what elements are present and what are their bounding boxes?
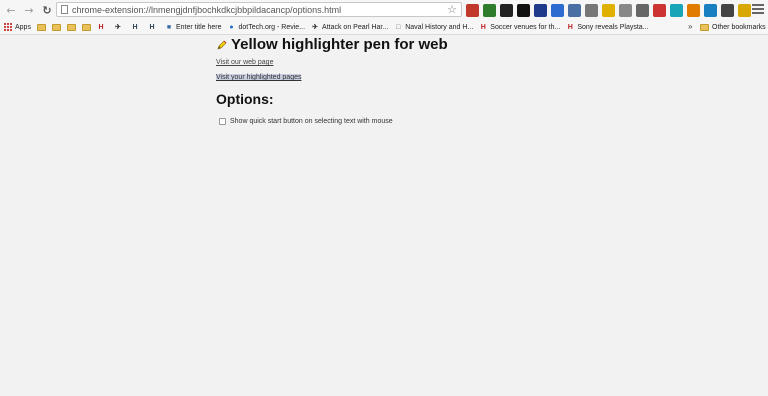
apps-icon[interactable]	[4, 23, 12, 31]
visit-highlighted-pages-link[interactable]: Visit your highlighted pages	[216, 74, 302, 81]
forward-arrow-icon[interactable]: →	[22, 3, 36, 17]
options-page: Yellow highlighter pen for web Visit our…	[0, 35, 768, 396]
back-arrow-icon[interactable]: ←	[4, 3, 18, 17]
visit-web-page-link[interactable]: Visit our web page	[216, 59, 273, 66]
bookmark-label: dotTech.org - Revie...	[238, 23, 306, 31]
h-icon: H	[132, 23, 138, 31]
reload-icon[interactable]: ↻	[40, 3, 54, 17]
extension-icons	[466, 3, 751, 17]
plane-icon: ✈	[312, 24, 318, 31]
bookmark-label: Enter title here	[175, 23, 222, 31]
url-text: chrome-extension://lnmengjdnfjbochkdkcjb…	[72, 4, 342, 15]
browser-toolbar: ← → ↻ chrome-extension://lnmengjdnfjboch…	[0, 0, 768, 21]
bookmark-label: Naval History and H...	[405, 23, 474, 31]
bookmark-icon: ■	[166, 23, 172, 31]
check-extension-icon[interactable]	[585, 3, 598, 17]
bookmark-item[interactable]: H Sony reveals Playsta...	[566, 23, 649, 31]
h-icon: H	[98, 23, 104, 31]
bookmarks-overflow-button[interactable]: »	[688, 22, 692, 31]
page-icon: □	[396, 23, 401, 31]
bookmark-label: Sony reveals Playsta...	[577, 23, 649, 31]
folder-icon[interactable]	[81, 23, 91, 31]
bookmark-item[interactable]: ✈ Attack on Pearl Har...	[311, 23, 389, 32]
bookmark-star-icon[interactable]: ☆	[447, 3, 457, 16]
grid-extension-icon[interactable]	[568, 3, 581, 17]
moon-extension-icon[interactable]	[721, 3, 734, 17]
news-extension-icon[interactable]	[466, 3, 479, 17]
circle-extension-icon[interactable]	[704, 3, 717, 17]
folder-icon[interactable]	[36, 23, 46, 31]
bookmarks-bar: Apps H ✈ H H ■ Enter title here ● dotTec…	[0, 20, 768, 35]
tile-extension-icon[interactable]	[551, 3, 564, 17]
options-heading: Options:	[216, 91, 274, 107]
browser-window: ← → ↻ chrome-extension://lnmengjdnfjboch…	[0, 0, 768, 396]
star-extension-icon[interactable]	[602, 3, 615, 17]
mask-extension-icon[interactable]	[534, 3, 547, 17]
title-row: Yellow highlighter pen for web	[216, 36, 448, 53]
cat-extension-icon[interactable]	[517, 3, 530, 17]
pen-extension-icon[interactable]	[738, 3, 751, 17]
folder-icon	[700, 23, 709, 31]
bookmark-label: Attack on Pearl Har...	[322, 23, 389, 31]
bookmark-item[interactable]: H Soccer venues for th...	[479, 23, 561, 31]
h-bookmark[interactable]: H	[97, 24, 108, 31]
bookmark-item[interactable]: ■ Enter title here	[165, 24, 222, 31]
h-icon: H	[567, 23, 573, 31]
bookmark-item[interactable]: ● dotTech.org - Revie...	[228, 23, 306, 31]
box-extension-icon[interactable]	[636, 3, 649, 17]
h-icon: H	[149, 23, 155, 31]
flag-extension-icon[interactable]	[653, 3, 666, 17]
e-extension-icon[interactable]	[670, 3, 683, 17]
option-quick-start: Show quick start button on selecting tex…	[219, 118, 393, 125]
mixed-extension-icon[interactable]	[483, 3, 496, 17]
sun-extension-icon[interactable]	[500, 3, 513, 17]
other-bookmarks-label: Other bookmarks	[712, 23, 766, 31]
highlighter-pen-icon	[217, 40, 227, 49]
quick-start-checkbox[interactable]	[219, 118, 226, 125]
bookmark-label: Soccer venues for th...	[490, 23, 561, 31]
apps-label[interactable]: Apps	[15, 24, 31, 31]
other-bookmarks[interactable]: Other bookmarks	[700, 20, 766, 34]
menu-icon[interactable]	[752, 3, 764, 15]
pin-extension-icon[interactable]	[619, 3, 632, 17]
page-title: Yellow highlighter pen for web	[231, 36, 448, 53]
quick-start-label: Show quick start button on selecting tex…	[230, 118, 393, 125]
address-bar[interactable]: chrome-extension://lnmengjdnfjbochkdkcjb…	[56, 2, 462, 17]
dottech-icon: ●	[229, 23, 234, 31]
plane-icon: ✈	[115, 24, 121, 31]
bookmark-item[interactable]: □ Naval History and H...	[394, 24, 473, 31]
h-bookmark[interactable]: H	[131, 24, 142, 31]
fire-extension-icon[interactable]	[687, 3, 700, 17]
plane-bookmark[interactable]: ✈	[114, 24, 125, 31]
h-bookmark[interactable]: H	[148, 24, 159, 31]
folder-icon[interactable]	[66, 23, 76, 31]
folder-icon[interactable]	[51, 23, 61, 31]
h-icon: H	[480, 23, 486, 31]
page-icon	[61, 5, 68, 14]
